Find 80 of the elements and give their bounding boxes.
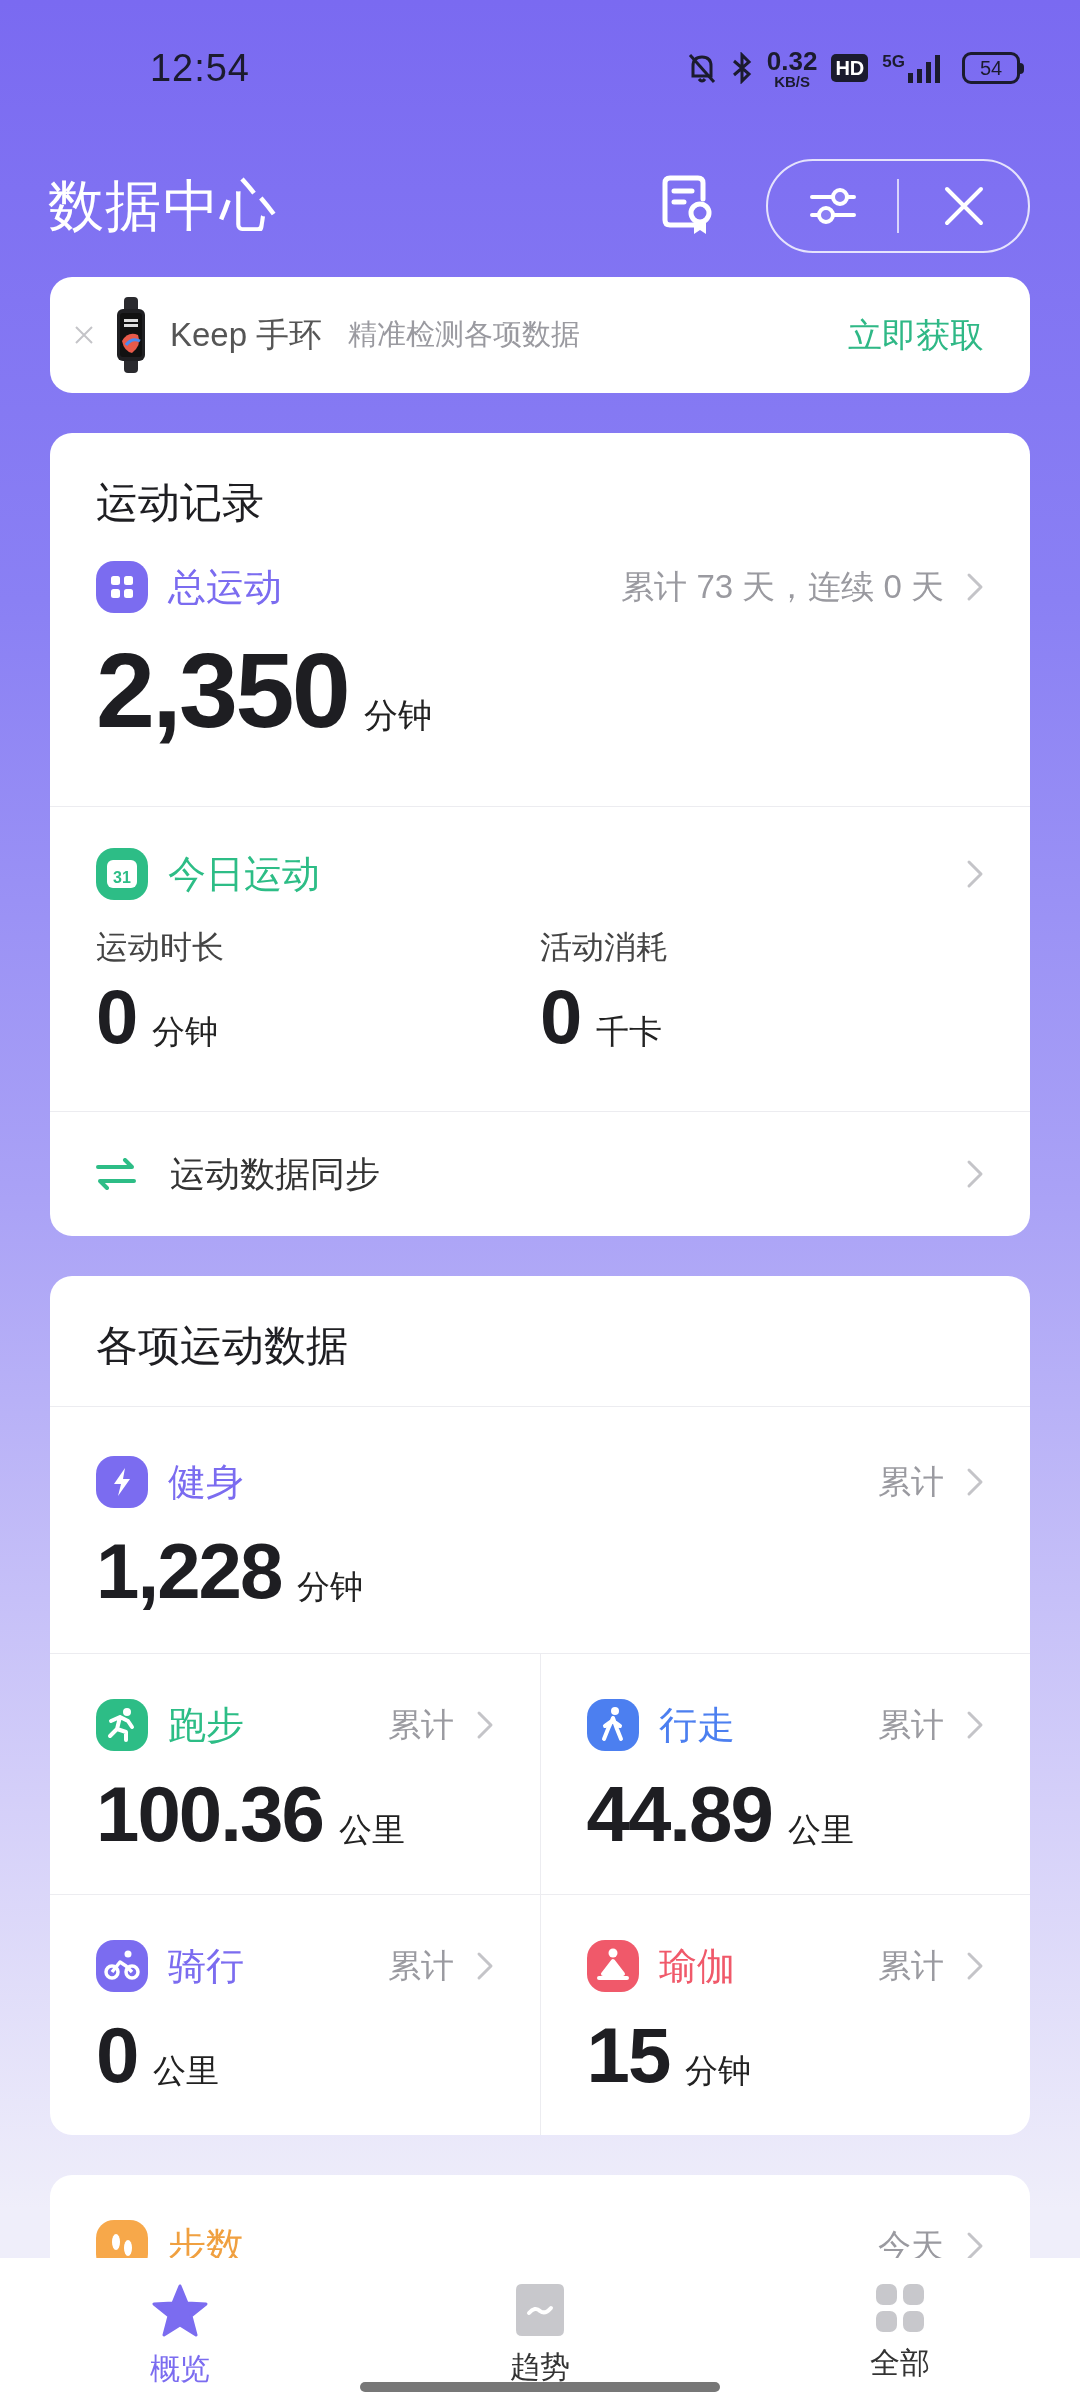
walking-icon [586,1699,639,1751]
sport-tile[interactable]: 跑步 累计 100.36 公里 [50,1654,540,1894]
sport-unit: 公里 [787,1810,854,1850]
total-label: 累计 [387,1705,454,1746]
nav-tab[interactable]: 全部 [720,2258,1080,2400]
nav-tab[interactable]: 趋势 [360,2258,720,2400]
stat-label: 活动消耗 [540,928,669,967]
total-unit: 分钟 [364,695,432,736]
nav-tab[interactable]: 概览 [0,2258,360,2400]
data-sync-row[interactable]: 运动数据同步 [50,1112,1030,1236]
bell-off-icon [686,52,717,84]
grid-icon [96,561,148,613]
fitness-band-icon [116,297,146,373]
report-button[interactable] [662,175,714,237]
chevron-right-icon [966,1710,984,1740]
chevron-right-icon [966,1951,984,1981]
sport-label: 跑步 [168,1702,244,1748]
sport-label: 行走 [658,1702,735,1748]
stat-unit: 千卡 [596,1012,663,1052]
card-title: 运动记录 [96,479,264,526]
section-label: 今日运动 [168,851,320,897]
certificate-icon [662,175,714,237]
stat-value: 0 [96,975,137,1059]
sport-label: 瑜伽 [658,1943,735,1989]
battery-indicator: 54 [962,52,1024,84]
chevron-right-icon [966,1467,984,1497]
grid-icon [876,2284,924,2332]
sport-value: 1,228 [96,1529,282,1613]
sport-tile[interactable]: 骑行 累计 0 公里 [50,1895,540,2135]
total-label: 累计 [878,1946,944,1987]
calendar-icon: 31 [96,848,148,900]
running-icon [96,1699,148,1751]
total-label: 累计 [878,1462,944,1503]
star-icon [152,2284,208,2338]
sport-tile[interactable]: 健身 累计 1,228 分钟 [50,1407,1030,1653]
cycling-icon [96,1940,148,1992]
sport-value: 100.36 [96,1772,323,1856]
status-time: 12:54 [150,45,250,91]
card-title: 各项运动数据 [96,1322,348,1369]
section-label: 总运动 [168,564,282,610]
fitness-icon [96,1456,148,1508]
signal-icon [908,53,942,83]
sport-unit: 公里 [338,1810,405,1850]
chevron-right-icon [475,1951,494,1981]
sport-label: 健身 [168,1459,244,1505]
stat-label: 运动时长 [96,928,225,967]
total-label: 累计 [878,1705,944,1746]
chevron-right-icon [966,1159,984,1189]
streak-summary: 累计 73 天，连续 0 天 [621,567,944,608]
sport-value: 44.89 [586,1772,772,1856]
swap-arrows-icon [96,1158,136,1190]
product-tagline: 精准检测各项数据 [348,317,581,353]
network-speed: 0.32 [766,47,818,74]
network-type: 5G [882,53,905,70]
chevron-right-icon [966,572,984,602]
network-speed-unit: KB/S [774,73,811,89]
sport-unit: 分钟 [297,1567,364,1607]
sport-value: 15 [586,2013,670,2097]
total-value: 2,350 [96,630,348,750]
total-label: 累计 [387,1946,454,1987]
sport-unit: 公里 [153,2051,220,2091]
hd-badge: HD [831,54,869,82]
chevron-right-icon [966,859,984,889]
sport-label: 骑行 [168,1943,244,1989]
trend-icon [516,2284,564,2336]
yoga-icon [586,1940,639,1992]
sport-unit: 分钟 [685,2051,752,2091]
sport-tile[interactable]: 行走 累计 44.89 公里 [540,1654,1030,1894]
stat-unit: 分钟 [152,1012,219,1052]
close-icon [74,325,94,345]
sport-value: 0 [96,2013,138,2097]
bluetooth-icon [730,52,753,84]
sliders-icon [809,186,856,226]
sport-tile[interactable]: 瑜伽 累计 15 分钟 [540,1895,1030,2135]
product-name: Keep 手环 [170,315,323,356]
stat-value: 0 [540,975,581,1059]
chevron-right-icon [475,1710,494,1740]
close-icon [943,186,984,226]
chevron-right-icon [966,2231,984,2261]
page-title: 数据中心 [48,173,278,239]
